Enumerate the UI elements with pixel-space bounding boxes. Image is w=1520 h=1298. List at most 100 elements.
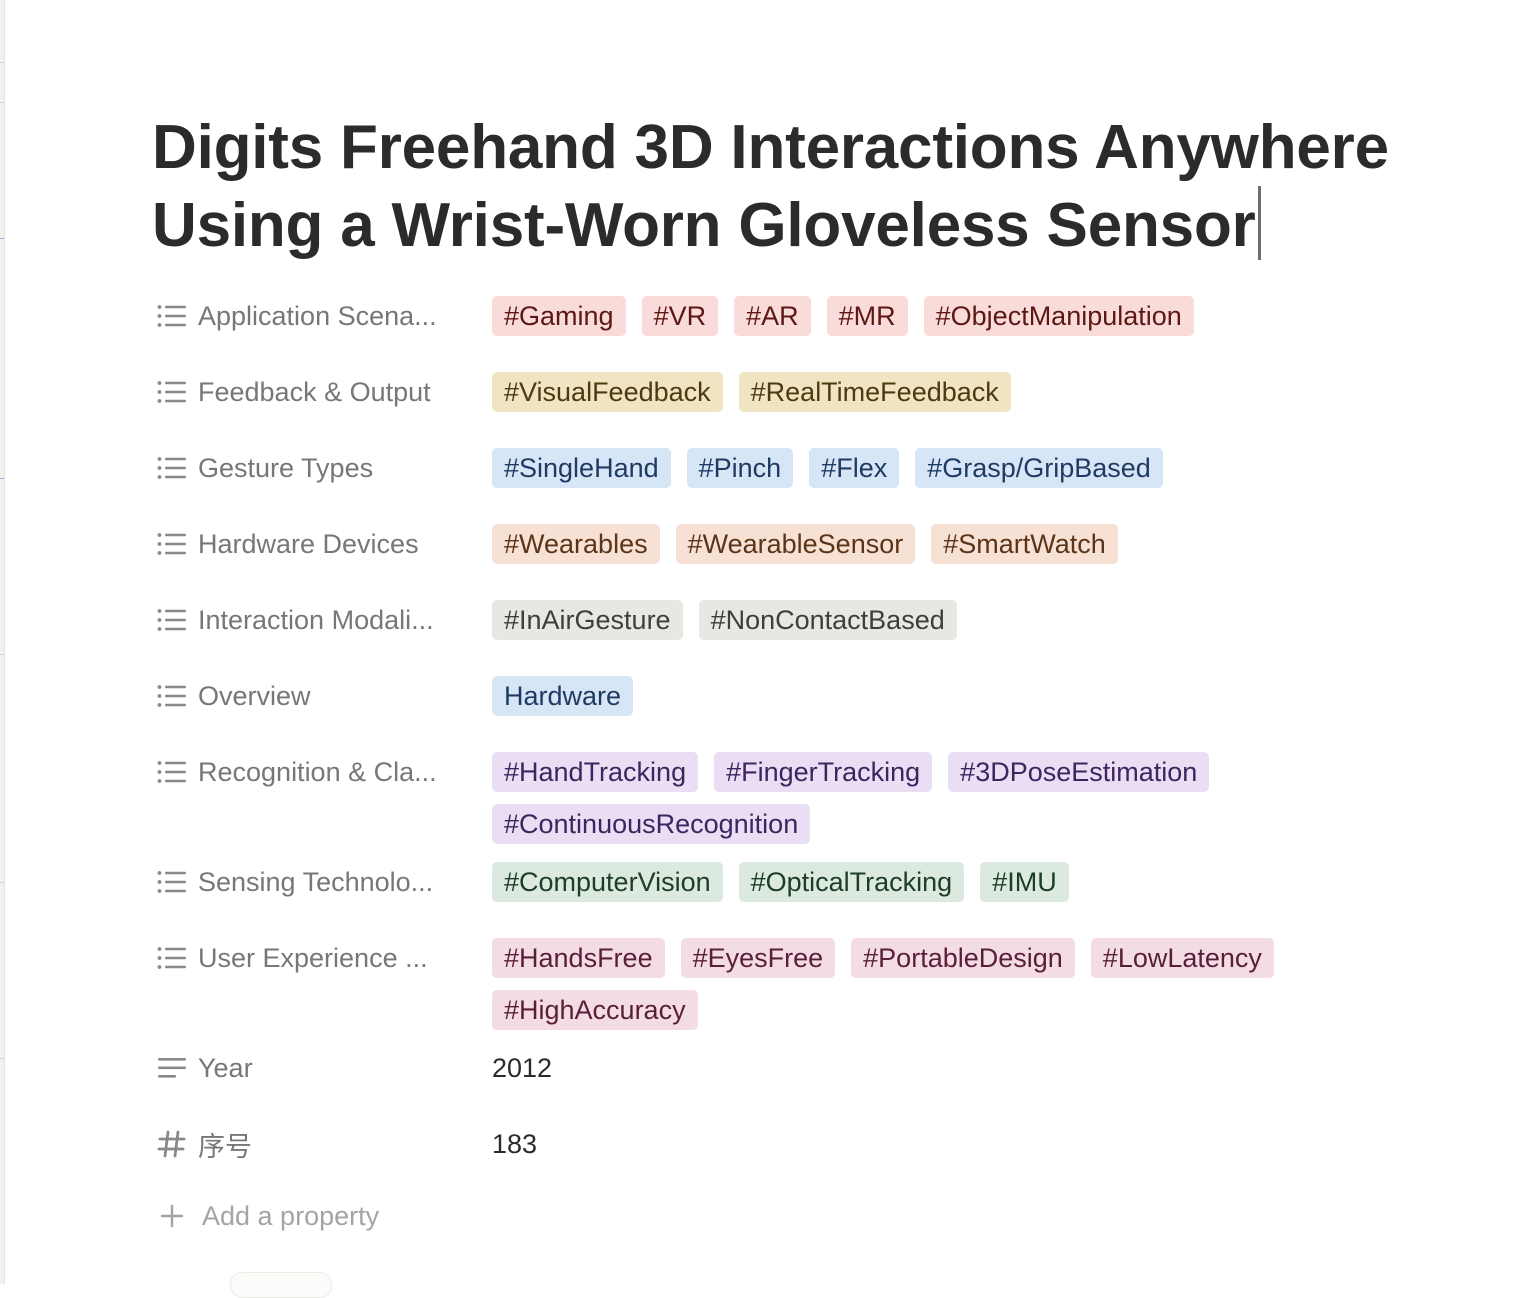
page-content: Digits Freehand 3D Interactions Anywhere…	[152, 110, 1482, 1242]
property-label-text: Recognition & Cla...	[198, 756, 437, 787]
add-property-label: Add a property	[202, 1200, 380, 1231]
property-label-text: Feedback & Output	[198, 376, 431, 407]
list-icon	[156, 300, 188, 332]
floating-control[interactable]	[230, 1272, 332, 1298]
tag-chip[interactable]: #FingerTracking	[714, 752, 933, 792]
hash-icon	[156, 1128, 188, 1160]
number-value: 183	[492, 1129, 538, 1159]
tag-chip[interactable]: #LowLatency	[1090, 938, 1274, 978]
property-label[interactable]: Sensing Technolo...	[152, 856, 492, 908]
property-label[interactable]: Hardware Devices	[152, 518, 492, 570]
property-value-number[interactable]: 183	[492, 1118, 1332, 1164]
text-caret	[1257, 186, 1261, 260]
tag-chip[interactable]: #InAirGesture	[492, 600, 683, 640]
tag-chip[interactable]: #RealTimeFeedback	[738, 372, 1011, 412]
page-title[interactable]: Digits Freehand 3D Interactions Anywhere…	[152, 110, 1482, 264]
property-label[interactable]: User Experience ...	[152, 932, 492, 984]
property-label-text: Year	[198, 1052, 253, 1083]
tag-chip[interactable]: #ComputerVision	[492, 862, 723, 902]
tag-chip[interactable]: #Grasp/GripBased	[915, 448, 1163, 488]
property-label[interactable]: Interaction Modali...	[152, 594, 492, 646]
property-label-year[interactable]: Year	[152, 1042, 492, 1094]
property-label-number[interactable]: 序号	[152, 1118, 492, 1170]
list-icon	[156, 866, 188, 898]
property-label-text: Gesture Types	[198, 452, 374, 483]
property-value[interactable]: #Gaming #VR #AR #MR #ObjectManipulation	[492, 290, 1332, 348]
property-row: Feedback & Output #VisualFeedback #RealTim…	[152, 366, 1482, 442]
property-label[interactable]: Overview	[152, 670, 492, 722]
text-lines-icon	[156, 1052, 188, 1084]
edge-tick	[0, 238, 4, 239]
list-icon	[156, 604, 188, 636]
tag-chip[interactable]: Hardware	[492, 676, 634, 716]
edge-tick	[0, 882, 4, 883]
add-property-button[interactable]: Add a property	[152, 1190, 1482, 1242]
tag-chip[interactable]: #Wearables	[492, 524, 660, 564]
property-label[interactable]: Application Scena...	[152, 290, 492, 342]
tag-chip[interactable]: #HighAccuracy	[492, 990, 698, 1030]
property-label-text: Overview	[198, 680, 311, 711]
title-block[interactable]: Digits Freehand 3D Interactions Anywhere…	[152, 110, 1482, 264]
property-label[interactable]: Gesture Types	[152, 442, 492, 494]
list-icon	[156, 680, 188, 712]
tag-chip[interactable]: #Flex	[809, 448, 900, 488]
tag-chip[interactable]: #MR	[826, 296, 908, 336]
property-list: Application Scena... #Gaming #VR #AR #MR #Obj…	[152, 290, 1482, 1042]
property-value[interactable]: #ComputerVision #OpticalTracking #IMU	[492, 856, 1332, 914]
property-row-number: 序号 183	[152, 1118, 1482, 1194]
property-value[interactable]: Hardware	[492, 670, 1332, 728]
property-label-text: Hardware Devices	[198, 528, 419, 559]
property-label-text: Application Scena...	[198, 300, 437, 331]
tag-chip[interactable]: #Gaming	[492, 296, 626, 336]
property-row: User Experience ... #HandsFree #EyesFree #P…	[152, 932, 1482, 1042]
tag-chip[interactable]: #EyesFree	[680, 938, 836, 978]
tag-chip[interactable]: #SmartWatch	[931, 524, 1118, 564]
tag-chip[interactable]: #OpticalTracking	[738, 862, 965, 902]
tag-chip[interactable]: #SingleHand	[492, 448, 671, 488]
tag-chip[interactable]: #IMU	[980, 862, 1069, 902]
property-row-year: Year 2012	[152, 1042, 1482, 1118]
property-row: Application Scena... #Gaming #VR #AR #MR #Obj…	[152, 290, 1482, 366]
property-value[interactable]: #Wearables #WearableSensor #SmartWatch	[492, 518, 1332, 576]
property-row: Sensing Technolo... #ComputerVision #Optic…	[152, 856, 1482, 932]
property-value-year[interactable]: 2012	[492, 1042, 1332, 1088]
tag-chip[interactable]: #3DPoseEstimation	[948, 752, 1210, 792]
list-icon	[156, 452, 188, 484]
property-value[interactable]: #HandsFree #EyesFree #PortableDesign #LowLa…	[492, 932, 1332, 1042]
list-icon	[156, 528, 188, 560]
tag-chip[interactable]: #ContinuousRecognition	[492, 804, 811, 844]
edge-tick	[0, 1058, 4, 1059]
property-value[interactable]: #VisualFeedback #RealTimeFeedback	[492, 366, 1332, 424]
close-icon[interactable]	[1500, 0, 1514, 4]
tag-chip[interactable]: #AR	[734, 296, 811, 336]
property-row: Gesture Types #SingleHand #Pinch #Flex #Gras…	[152, 442, 1482, 518]
property-label-text: 序号	[198, 1131, 252, 1162]
tag-chip[interactable]: #PortableDesign	[851, 938, 1075, 978]
property-row: Recognition & Cla... #HandTracking #Finger…	[152, 746, 1482, 856]
tag-chip[interactable]: #VisualFeedback	[492, 372, 723, 412]
property-label-text: Sensing Technolo...	[198, 866, 434, 897]
tag-chip[interactable]: #WearableSensor	[675, 524, 916, 564]
edge-tick	[0, 102, 4, 103]
property-row: Hardware Devices #Wearables #WearableSenso…	[152, 518, 1482, 594]
property-label[interactable]: Recognition & Cla...	[152, 746, 492, 798]
list-icon	[156, 376, 188, 408]
property-row: Interaction Modali... #InAirGesture #NonCo…	[152, 594, 1482, 670]
property-value[interactable]: #InAirGesture #NonContactBased	[492, 594, 1332, 652]
property-label-text: Interaction Modali...	[198, 604, 434, 635]
tag-chip[interactable]: #VR	[641, 296, 719, 336]
property-value[interactable]: #HandTracking #FingerTracking #3DPoseEstim…	[492, 746, 1332, 856]
tag-chip[interactable]: #HandsFree	[492, 938, 665, 978]
year-value: 2012	[492, 1053, 553, 1083]
left-sidebar-edge	[0, 0, 5, 1284]
list-icon	[156, 756, 188, 788]
property-row: Overview Hardware	[152, 670, 1482, 746]
edge-tick	[0, 478, 4, 479]
property-label[interactable]: Feedback & Output	[152, 366, 492, 418]
tag-chip[interactable]: #Pinch	[686, 448, 794, 488]
tag-chip[interactable]: #HandTracking	[492, 752, 699, 792]
tag-chip[interactable]: #NonContactBased	[698, 600, 957, 640]
tag-chip[interactable]: #ObjectManipulation	[923, 296, 1194, 336]
edge-tick	[0, 654, 4, 655]
property-value[interactable]: #SingleHand #Pinch #Flex #Grasp/GripBased	[492, 442, 1332, 500]
